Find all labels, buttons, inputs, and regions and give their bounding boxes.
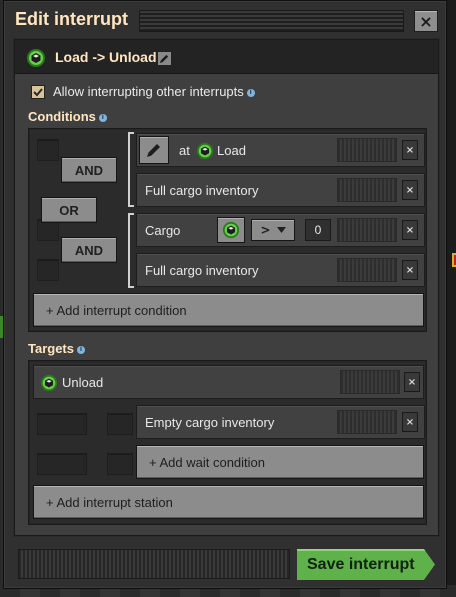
remove-condition-button[interactable]: × <box>402 220 418 240</box>
signal-icon <box>196 142 214 164</box>
pencil-icon <box>147 144 160 157</box>
condition-row[interactable]: Full cargo inventory × <box>136 253 425 287</box>
chevron-down-icon <box>276 227 286 233</box>
edit-station-button[interactable] <box>139 136 169 164</box>
info-icon[interactable]: i <box>98 113 107 122</box>
value-field[interactable]: 0 <box>305 219 331 241</box>
add-wait-condition-button[interactable]: + Add wait condition <box>136 445 424 479</box>
at-prefix: at <box>179 143 190 158</box>
remove-wait-condition-button[interactable]: × <box>402 412 418 432</box>
empty-slot <box>107 413 133 435</box>
condition-bracket <box>128 213 134 288</box>
or-button[interactable]: OR <box>41 197 97 223</box>
rename-button[interactable] <box>157 51 172 66</box>
remove-condition-button[interactable]: × <box>402 140 418 160</box>
station-name: Load <box>217 143 246 158</box>
info-icon[interactable]: i <box>77 345 85 354</box>
remove-target-button[interactable]: × <box>404 372 420 392</box>
condition-text: Full cargo inventory <box>145 263 259 278</box>
drag-handle[interactable] <box>139 10 404 32</box>
allow-interrupting-checkbox[interactable] <box>31 85 45 99</box>
and-button[interactable]: AND <box>61 237 117 263</box>
conditions-heading: Conditions i <box>28 109 107 124</box>
titlebar[interactable]: Edit interrupt × <box>4 1 446 39</box>
wait-condition-row[interactable]: Empty cargo inventory × <box>136 405 425 439</box>
and-button[interactable]: AND <box>61 157 117 183</box>
target-station-row[interactable]: Unload × <box>33 365 424 399</box>
edit-interrupt-window: Edit interrupt × Load -> Unload Allow in… <box>3 0 447 589</box>
footer-drag-handle[interactable] <box>18 549 290 579</box>
check-icon <box>33 88 43 97</box>
interrupt-header: Load -> Unload <box>15 40 438 74</box>
wait-condition-text: Empty cargo inventory <box>145 415 275 430</box>
info-icon[interactable]: i <box>246 88 255 97</box>
condition-row[interactable]: Full cargo inventory × <box>136 173 425 207</box>
add-interrupt-station-button[interactable]: + Add interrupt station <box>33 485 424 519</box>
drag-handle[interactable] <box>337 410 397 434</box>
allow-interrupting-label: Allow interrupting other interrupts i <box>53 84 255 99</box>
target-station-name: Unload <box>62 375 104 390</box>
remove-condition-button[interactable]: × <box>402 260 418 280</box>
drag-handle[interactable] <box>337 218 397 242</box>
condition-row-at-station[interactable]: at Load × <box>136 133 425 167</box>
drag-handle[interactable] <box>337 178 397 202</box>
signal-icon <box>26 48 46 72</box>
remove-condition-button[interactable]: × <box>402 180 418 200</box>
signal-icon <box>40 374 58 396</box>
empty-slot <box>37 139 59 161</box>
conditions-panel: AND OR AND at Load × Full cargo inventor… <box>28 128 427 332</box>
signal-select-button[interactable] <box>217 217 245 243</box>
empty-slot <box>37 413 87 435</box>
close-button[interactable]: × <box>414 10 438 32</box>
signal-icon <box>222 221 240 239</box>
empty-slot <box>37 453 87 475</box>
window-title: Edit interrupt <box>15 9 128 29</box>
targets-panel: Unload × Empty cargo inventory × + Add w… <box>28 360 427 525</box>
condition-row-cargo[interactable]: Cargo > 0 × <box>136 213 425 247</box>
drag-handle[interactable] <box>337 258 397 282</box>
interrupt-content: Load -> Unload Allow interrupting other … <box>14 39 439 536</box>
drag-handle[interactable] <box>340 370 400 394</box>
add-interrupt-condition-button[interactable]: + Add interrupt condition <box>33 293 424 327</box>
condition-bracket <box>128 132 134 207</box>
save-interrupt-button[interactable]: Save interrupt <box>297 549 435 580</box>
empty-slot <box>37 259 59 281</box>
targets-heading: Targets i <box>28 341 85 356</box>
drag-handle[interactable] <box>337 138 397 162</box>
pencil-icon <box>159 54 169 64</box>
condition-text: Full cargo inventory <box>145 183 259 198</box>
interrupt-name: Load -> Unload <box>55 49 157 65</box>
comparator-dropdown[interactable]: > <box>251 219 295 241</box>
condition-text: Cargo <box>145 223 181 238</box>
empty-slot <box>107 453 133 475</box>
